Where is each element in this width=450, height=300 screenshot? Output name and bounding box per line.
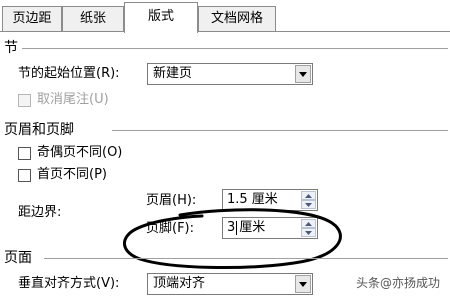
section-title-headers-footers: 页眉和页脚 — [4, 122, 74, 138]
section-start-value: 新建页 — [153, 66, 193, 81]
section-title-page: 页面 — [4, 250, 32, 266]
tab-label: 版式 — [147, 9, 174, 24]
annotation-circle — [123, 208, 342, 269]
suppress-endnotes-checkbox[interactable] — [18, 94, 31, 107]
tab-margins[interactable]: 页边距 — [2, 6, 62, 31]
vertical-alignment-label: 垂直对齐方式(V): — [18, 276, 120, 291]
first-page-label: 首页不同(P) — [37, 167, 107, 182]
vertical-alignment-select[interactable]: 顶端对齐 — [147, 273, 313, 295]
chevron-down-icon[interactable] — [295, 65, 311, 83]
tab-paper[interactable]: 纸张 — [62, 6, 124, 31]
section-divider — [22, 48, 448, 49]
tab-label: 文档网格 — [210, 11, 263, 26]
section-start-select[interactable]: 新建页 — [147, 63, 313, 85]
from-edge-label: 距边界: — [18, 205, 62, 220]
tab-underline — [0, 31, 450, 32]
section-start-label: 节的起始位置(R): — [18, 66, 120, 81]
watermark: 头条@亦扬成功 — [355, 276, 440, 290]
chevron-down-icon[interactable] — [295, 275, 311, 293]
increment-icon[interactable] — [301, 191, 316, 200]
tab-label: 页边距 — [12, 11, 52, 26]
tab-layout[interactable]: 版式 — [124, 2, 198, 33]
tab-label: 纸张 — [79, 11, 106, 26]
suppress-endnotes-label: 取消尾注(U) — [37, 92, 109, 107]
section-divider — [44, 258, 448, 259]
odd-even-label: 奇偶页不同(O) — [37, 145, 123, 160]
section-divider — [112, 130, 448, 131]
odd-even-checkbox[interactable] — [18, 147, 31, 160]
tab-bar: 页边距 纸张 版式 文档网格 — [0, 0, 450, 33]
tab-document-grid[interactable]: 文档网格 — [198, 6, 276, 31]
first-page-checkbox[interactable] — [18, 169, 31, 182]
section-title-section: 节 — [4, 40, 18, 56]
vertical-alignment-value: 顶端对齐 — [153, 276, 206, 291]
